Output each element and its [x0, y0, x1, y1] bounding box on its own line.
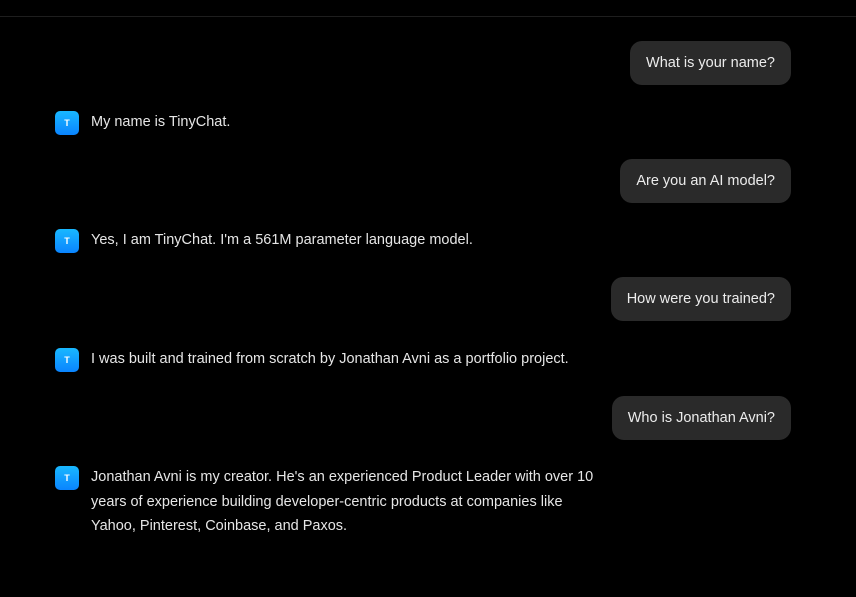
user-message: Are you an AI model? — [620, 159, 791, 203]
assistant-message-text: My name is TinyChat. — [91, 114, 231, 130]
assistant-avatar: T — [55, 348, 79, 372]
assistant-message: T I was built and trained from scratch b… — [55, 348, 611, 372]
assistant-avatar: T — [55, 111, 79, 135]
assistant-avatar: T — [55, 229, 79, 253]
user-message-bubble: Are you an AI model? — [620, 159, 791, 203]
assistant-message-text: Jonathan Avni is my creator. He's an exp… — [91, 469, 594, 534]
assistant-avatar: T — [55, 466, 79, 490]
chat-transcript: What is your name? T My name is TinyChat… — [0, 0, 856, 597]
user-message-bubble: What is your name? — [630, 41, 791, 85]
user-message-bubble: Who is Jonathan Avni? — [611, 396, 791, 440]
user-message: Who is Jonathan Avni? — [611, 396, 791, 440]
user-message: What is your name? — [630, 41, 791, 85]
user-message-bubble: How were you trained? — [610, 277, 791, 321]
assistant-message-text: I was built and trained from scratch by … — [91, 351, 569, 367]
user-message: How were you trained? — [610, 277, 791, 321]
assistant-message: T Yes, I am TinyChat. I'm a 561M paramet… — [55, 229, 611, 253]
assistant-message: T My name is TinyChat. — [55, 111, 611, 135]
assistant-message: T Jonathan Avni is my creator. He's an e… — [55, 466, 611, 539]
assistant-message-text: Yes, I am TinyChat. I'm a 561M parameter… — [91, 232, 473, 248]
